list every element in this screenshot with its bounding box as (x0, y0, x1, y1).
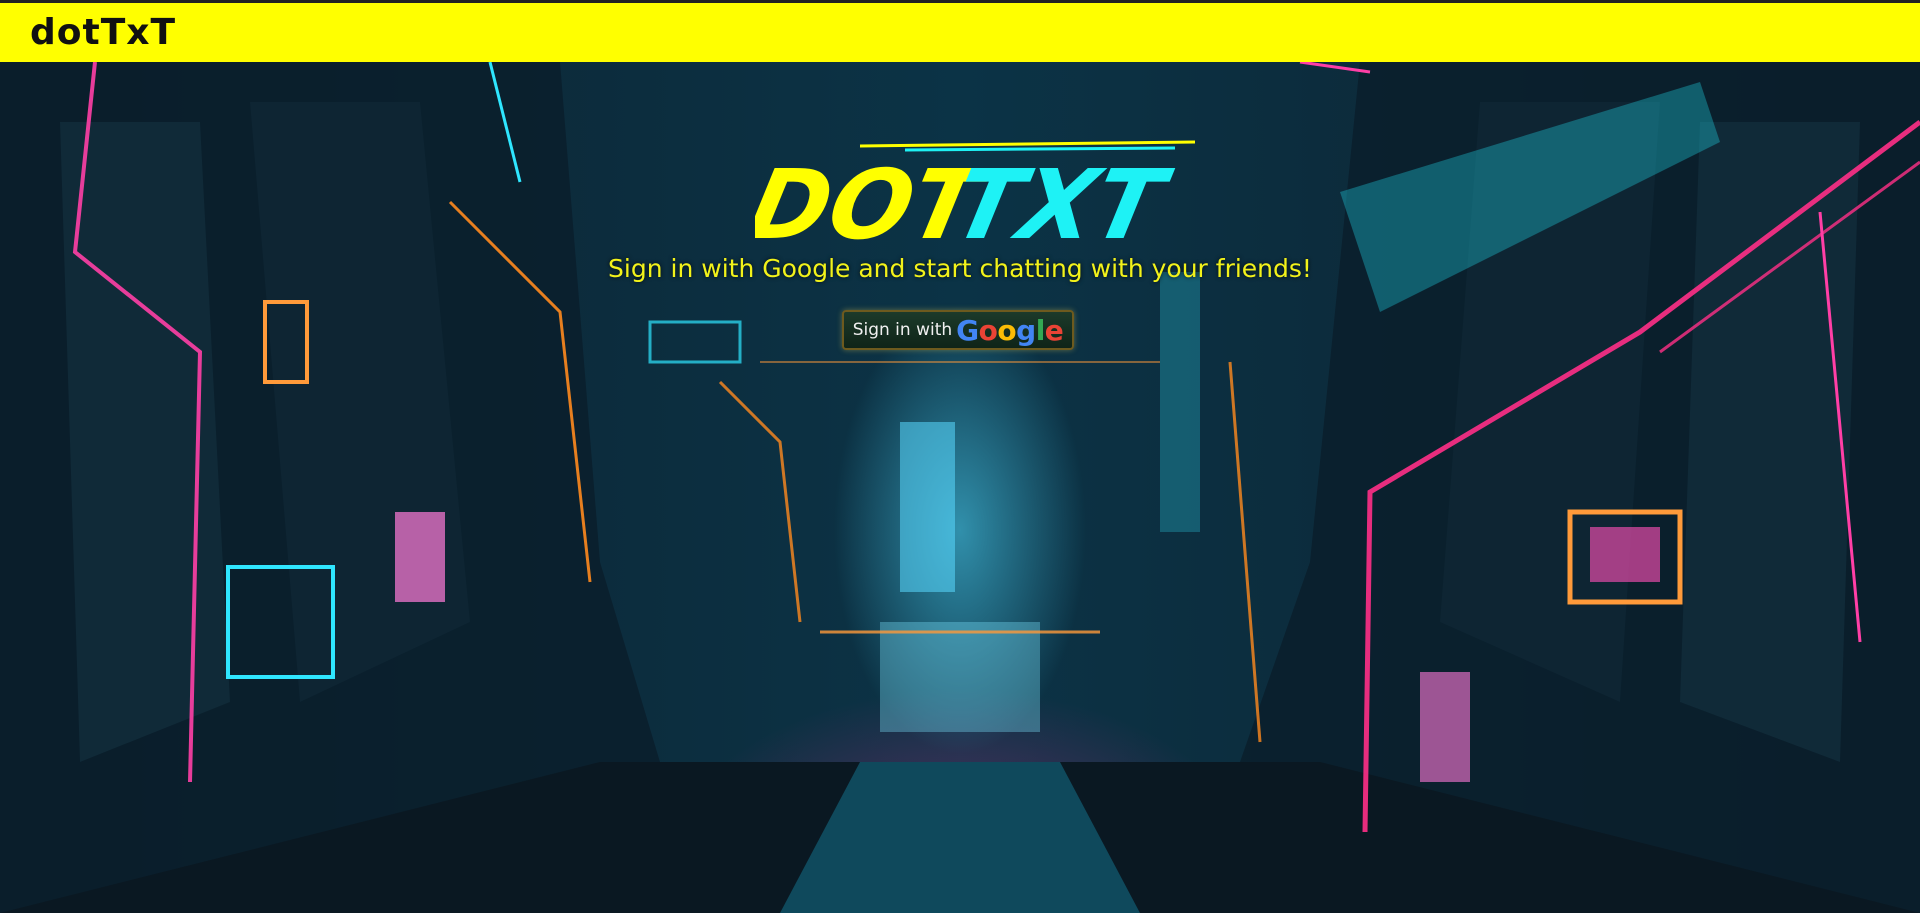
tagline: Sign in with Google and start chatting w… (608, 254, 1312, 283)
signin-button-label: Sign in with (852, 320, 953, 340)
google-letter: l (1035, 313, 1046, 347)
google-letter: o (978, 313, 998, 347)
google-letter: o (997, 313, 1017, 347)
svg-text:TXT: TXT (944, 149, 1179, 260)
google-letter: G (956, 313, 979, 347)
brand-logo-text[interactable]: dotTxT (30, 12, 176, 53)
google-letter: e (1044, 313, 1064, 347)
google-signin-button[interactable]: Sign in with Google (842, 310, 1074, 350)
google-letter: g (1016, 313, 1036, 347)
hero-section: DOT TXT Sign in with Google and start ch… (0, 62, 1920, 913)
top-navbar: dotTxT (0, 0, 1920, 62)
dottxt-logo: DOT TXT (755, 140, 1196, 260)
google-wordmark: Google (956, 313, 1064, 347)
